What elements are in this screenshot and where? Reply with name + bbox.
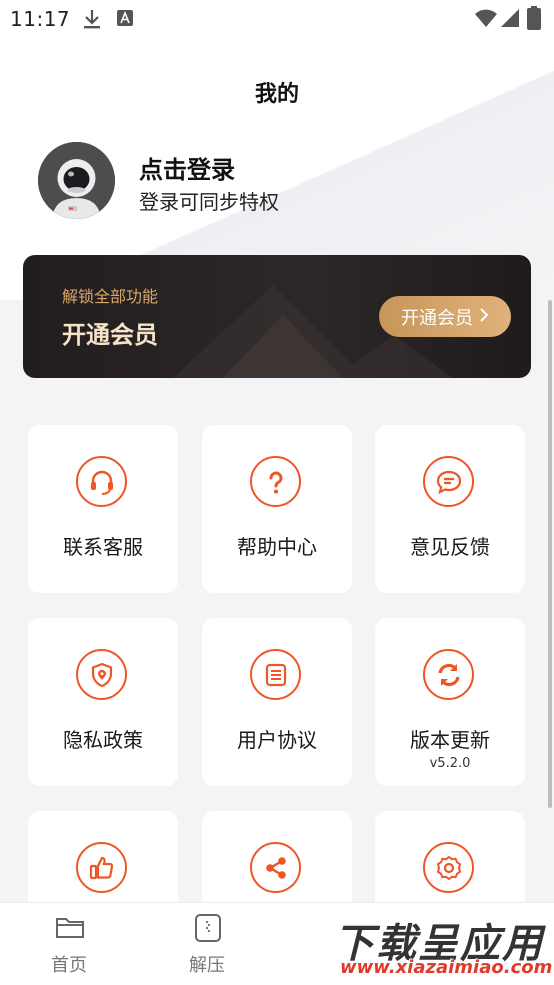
signal-icon [500, 8, 520, 32]
headset-icon [76, 456, 127, 507]
message-icon [423, 456, 474, 507]
status-bar: 11:17 [0, 0, 554, 38]
shield-icon [76, 649, 127, 700]
archive-icon [195, 914, 221, 942]
battery-icon [527, 6, 541, 34]
watermark: 下载呈应用 www.xiazaimiao.com [330, 905, 554, 984]
page-title: 我的 [254, 82, 299, 107]
tab-home[interactable]: 首页 [29, 903, 109, 985]
menu-item-label: 用户协议 [237, 728, 317, 752]
font-icon [117, 10, 133, 30]
menu-item-label: 意见反馈 [410, 535, 490, 559]
watermark-url: www.xiazaimiao.com [340, 957, 553, 978]
folder-icon [56, 918, 84, 938]
menu-item-user-agreement[interactable]: 用户协议 [202, 618, 352, 786]
astronaut-icon [38, 142, 115, 219]
vip-banner[interactable]: 解锁全部功能 开通会员 开通会员 [23, 255, 531, 378]
login-subtitle: 登录可同步特权 [139, 190, 279, 214]
menu-item-customer-service[interactable]: 联系客服 [28, 425, 178, 593]
tab-extract[interactable]: 解压 [167, 903, 247, 985]
avatar[interactable] [38, 142, 115, 219]
menu-item-label: 版本更新 [410, 728, 490, 752]
version-number: v5.2.0 [429, 756, 471, 771]
vip-subtitle: 解锁全部功能 [62, 287, 159, 306]
share-icon [250, 842, 301, 893]
refresh-icon [423, 649, 474, 700]
tab-extract-label: 解压 [189, 955, 225, 976]
question-icon [250, 456, 301, 507]
thumbs-up-icon [76, 842, 127, 893]
chevron-right-icon [479, 306, 489, 327]
menu-item-privacy-policy[interactable]: 隐私政策 [28, 618, 178, 786]
open-vip-button[interactable]: 开通会员 [379, 296, 511, 337]
open-vip-button-label: 开通会员 [401, 307, 473, 329]
scrollbar[interactable] [548, 300, 552, 808]
login-title[interactable]: 点击登录 [139, 150, 235, 185]
menu-item-feedback[interactable]: 意见反馈 [375, 425, 525, 593]
tab-home-label: 首页 [51, 955, 87, 976]
menu-item-label: 联系客服 [63, 535, 143, 559]
menu-item-version-update[interactable]: 版本更新 v5.2.0 [375, 618, 525, 786]
download-icon [82, 8, 102, 34]
document-icon [250, 649, 301, 700]
menu-item-label: 帮助中心 [237, 535, 317, 559]
menu-item-help-center[interactable]: 帮助中心 [202, 425, 352, 593]
status-time: 11:17 [10, 7, 71, 31]
wifi-icon [474, 8, 498, 32]
gear-icon [423, 842, 474, 893]
vip-title: 开通会员 [62, 321, 158, 349]
menu-item-label: 隐私政策 [63, 728, 143, 752]
